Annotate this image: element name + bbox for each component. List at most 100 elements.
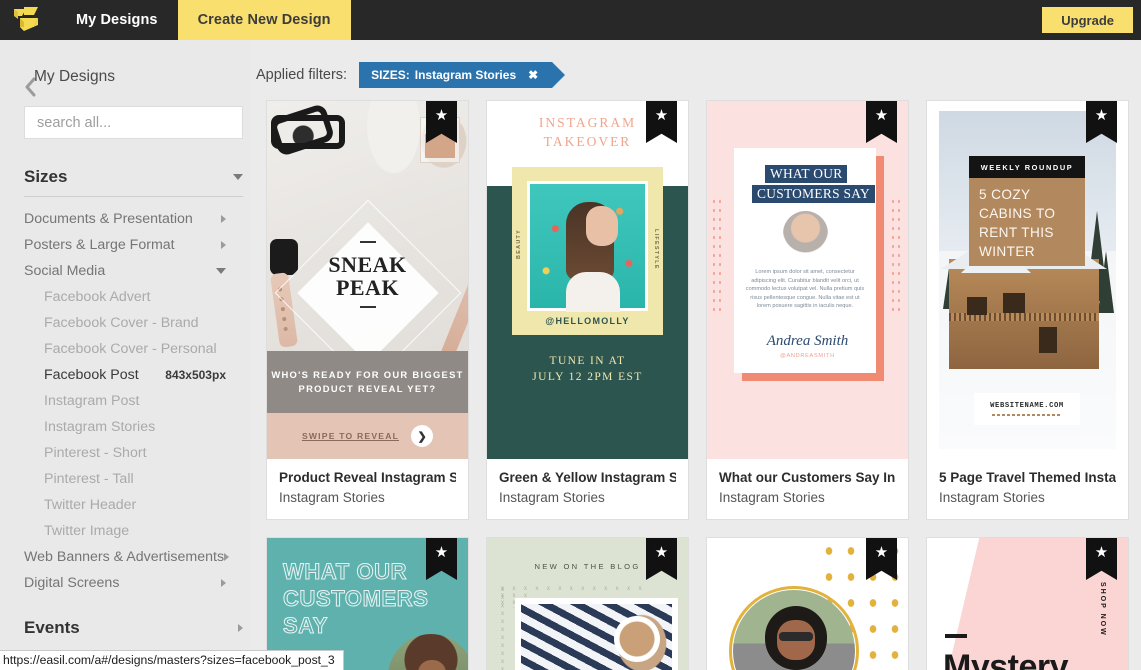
sidebar-item-label: Instagram Stories bbox=[44, 419, 155, 435]
sidebar-item-instagram-post[interactable]: Instagram Post bbox=[0, 388, 250, 414]
applied-filters-label: Applied filters: bbox=[256, 67, 347, 83]
design-thumbnail[interactable]: Mystery SHOP NOW ★ bbox=[927, 538, 1128, 670]
design-card-meta: Product Reveal Instagram Stories Instagr… bbox=[267, 459, 468, 519]
sizes-menu: Documents & Presentation Posters & Large… bbox=[0, 206, 250, 596]
design-artwork: WHAT OUR CUSTOMERS SAY Lorem ipsum dolor… bbox=[707, 101, 908, 459]
design-thumbnail[interactable]: SNEAKPEAK WHO'S READY FOR OUR BIGGEST PR… bbox=[267, 101, 468, 459]
close-icon[interactable]: ✖ bbox=[528, 68, 538, 82]
artwork-handle: @ANDREASMITH bbox=[707, 353, 908, 359]
artwork-website: WEBSITENAME.COM bbox=[990, 402, 1064, 410]
filter-chip-sizes[interactable]: SIZES: Instagram Stories ✖ bbox=[359, 62, 552, 88]
artwork-headline-2: CUSTOMERS SAY bbox=[752, 185, 875, 203]
artwork-side-left: BEAUTY bbox=[516, 229, 522, 259]
sidebar-item-label: Pinterest - Tall bbox=[44, 471, 134, 487]
sidebar-item-facebook-advert[interactable]: Facebook Advert bbox=[0, 284, 250, 310]
top-navigation-bar: My Designs Create New Design Upgrade bbox=[0, 0, 1141, 40]
sidebar-item-pinterest-tall[interactable]: Pinterest - Tall bbox=[0, 466, 250, 492]
design-artwork: INSTAGRAMTAKEOVER BEAUTY LIFESTYLE @HELL… bbox=[487, 101, 688, 459]
sidebar-item-label: Facebook Advert bbox=[44, 289, 150, 305]
app-logo[interactable] bbox=[0, 0, 56, 40]
design-card[interactable]: INSTAGRAMTAKEOVER BEAUTY LIFESTYLE @HELL… bbox=[486, 100, 689, 520]
sidebar-item-documents-presentation[interactable]: Documents & Presentation bbox=[0, 206, 250, 232]
artwork-side-right: LIFESTYLE bbox=[653, 229, 659, 270]
chevron-down-icon bbox=[216, 268, 226, 274]
artwork-side-label: SHOP NOW bbox=[1099, 582, 1106, 637]
design-card[interactable]: ★ bbox=[706, 537, 909, 670]
chevron-down-icon bbox=[233, 174, 243, 180]
design-card-title: Green & Yellow Instagram Stories bbox=[499, 470, 676, 485]
events-section-header[interactable]: Events bbox=[24, 618, 243, 638]
filter-chip-value: Instagram Stories bbox=[415, 68, 516, 82]
design-thumbnail[interactable]: NEW ON THE BLOG x x x x x x x x x x x x … bbox=[487, 538, 688, 670]
events-section-title: Events bbox=[24, 618, 80, 638]
artwork-headline: SNEAKPEAK bbox=[267, 253, 468, 299]
sidebar-item-web-banners-advertisements[interactable]: Web Banners & Advertisements bbox=[0, 544, 250, 570]
sidebar-item-facebook-cover-brand[interactable]: Facebook Cover - Brand bbox=[0, 310, 250, 336]
sidebar-item-pinterest-short[interactable]: Pinterest - Short bbox=[0, 440, 250, 466]
upgrade-button[interactable]: Upgrade bbox=[1042, 7, 1133, 33]
artwork-avatar bbox=[783, 211, 828, 256]
design-card[interactable]: WEEKLY ROUNDUP 5 COZY CABINS TO RENT THI… bbox=[926, 100, 1129, 520]
sidebar: My Designs Sizes Documents & Presentatio… bbox=[0, 40, 250, 670]
design-card-meta: What our Customers Say Instagram Stories… bbox=[707, 459, 908, 519]
sidebar-item-social-media[interactable]: Social Media bbox=[0, 258, 250, 284]
status-bar-url: https://easil.com/a#/designs/masters?siz… bbox=[0, 650, 344, 670]
design-card-title: What our Customers Say Instagram Stories bbox=[719, 470, 896, 485]
upgrade-label: Upgrade bbox=[1061, 13, 1114, 28]
applied-filters-row: Applied filters: SIZES: Instagram Storie… bbox=[256, 62, 1141, 88]
chevron-right-icon bbox=[221, 215, 226, 223]
design-thumbnail[interactable]: WHAT OUR CUSTOMERS SAY Lorem ipsum dolor… bbox=[707, 101, 908, 459]
artwork-signature: Andrea Smith bbox=[707, 333, 908, 350]
sizes-section-title: Sizes bbox=[24, 167, 67, 187]
chevron-right-circle-icon: ❯ bbox=[411, 425, 433, 447]
search-box[interactable] bbox=[24, 106, 243, 139]
sizes-section-header[interactable]: Sizes bbox=[24, 167, 243, 187]
easil-logo-icon bbox=[12, 6, 44, 34]
design-thumbnail[interactable]: INSTAGRAMTAKEOVER BEAUTY LIFESTYLE @HELL… bbox=[487, 101, 688, 459]
back-to-my-designs[interactable]: My Designs bbox=[24, 68, 250, 86]
sidebar-item-label: Digital Screens bbox=[24, 575, 119, 591]
artwork-banner-text: WHO'S READY FOR OUR BIGGEST PRODUCT REVE… bbox=[267, 368, 468, 396]
artwork-headline: Mystery bbox=[943, 648, 1068, 670]
design-card-meta: 5 Page Travel Themed Instagram Stories I… bbox=[927, 459, 1128, 519]
sidebar-item-label: Twitter Header bbox=[44, 497, 136, 513]
sidebar-item-label: Posters & Large Format bbox=[24, 237, 175, 253]
sidebar-item-facebook-post[interactable]: Facebook Post 843x503px bbox=[0, 362, 250, 388]
filter-chip-key: SIZES: bbox=[371, 68, 410, 82]
design-card[interactable]: Mystery SHOP NOW ★ bbox=[926, 537, 1129, 670]
design-thumbnail[interactable]: ★ bbox=[707, 538, 908, 670]
design-card[interactable]: SNEAKPEAK WHO'S READY FOR OUR BIGGEST PR… bbox=[266, 100, 469, 520]
sidebar-item-instagram-stories[interactable]: Instagram Stories bbox=[0, 414, 250, 440]
artwork-headline: WHAT OURCUSTOMERSSAY bbox=[283, 558, 429, 639]
chevron-right-icon bbox=[238, 624, 243, 632]
design-card-title: 5 Page Travel Themed Instagram Stories bbox=[939, 470, 1116, 485]
sidebar-item-label: Instagram Post bbox=[44, 393, 139, 409]
design-card-subtitle: Instagram Stories bbox=[279, 490, 456, 505]
search-input[interactable] bbox=[37, 115, 230, 131]
nav-create-new-design[interactable]: Create New Design bbox=[178, 0, 351, 40]
design-artwork: WEEKLY ROUNDUP 5 COZY CABINS TO RENT THI… bbox=[927, 101, 1128, 459]
artwork-handle: @HELLOMOLLY bbox=[512, 316, 663, 326]
nav-my-designs[interactable]: My Designs bbox=[56, 0, 178, 40]
sidebar-item-facebook-cover-personal[interactable]: Facebook Cover - Personal bbox=[0, 336, 250, 362]
sidebar-item-label: Facebook Post bbox=[44, 367, 139, 383]
sidebar-item-twitter-header[interactable]: Twitter Header bbox=[0, 492, 250, 518]
main-content: Applied filters: SIZES: Instagram Storie… bbox=[250, 40, 1141, 670]
artwork-cta-text: SWIPE TO REVEAL bbox=[302, 431, 399, 441]
filter-chip-arrow bbox=[552, 62, 565, 88]
topbar-spacer bbox=[351, 0, 1043, 40]
artwork-body-text: Lorem ipsum dolor sit amet, consectetur … bbox=[745, 268, 865, 311]
sidebar-item-label: Social Media bbox=[24, 263, 105, 279]
sidebar-item-twitter-image[interactable]: Twitter Image bbox=[0, 518, 250, 544]
sidebar-item-posters-large-format[interactable]: Posters & Large Format bbox=[0, 232, 250, 258]
back-label: My Designs bbox=[34, 68, 115, 86]
artwork-eyebrow: WEEKLY ROUNDUP bbox=[981, 163, 1074, 172]
artwork-footer: TUNE IN ATJULY 12 2PM EST bbox=[487, 353, 688, 385]
design-card[interactable]: WHAT OUR CUSTOMERS SAY Lorem ipsum dolor… bbox=[706, 100, 909, 520]
design-card-subtitle: Instagram Stories bbox=[719, 490, 896, 505]
design-thumbnail[interactable]: WEEKLY ROUNDUP 5 COZY CABINS TO RENT THI… bbox=[927, 101, 1128, 459]
sidebar-item-label: Documents & Presentation bbox=[24, 211, 193, 227]
sidebar-item-digital-screens[interactable]: Digital Screens bbox=[0, 570, 250, 596]
design-card[interactable]: NEW ON THE BLOG x x x x x x x x x x x x … bbox=[486, 537, 689, 670]
sidebar-item-label: Facebook Cover - Personal bbox=[44, 341, 217, 357]
